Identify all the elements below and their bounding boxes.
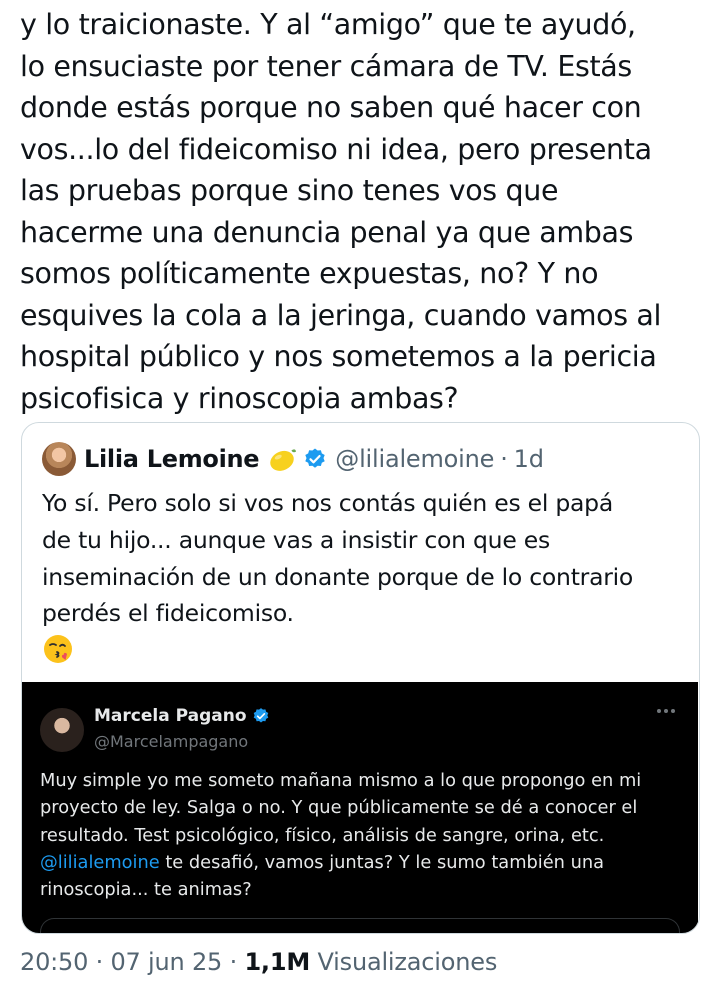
- quoted-tweet-header: Lilia Lemoine @lilialemoine · 1d: [42, 441, 544, 477]
- tweet-date[interactable]: 07 jun 25: [110, 948, 222, 976]
- quoted-tweet-time[interactable]: 1d: [514, 445, 544, 473]
- verified-badge-icon: [305, 448, 325, 468]
- screenshot-author-row: Marcela Pagano: [94, 706, 270, 726]
- quoted-tweet-text: Yo sí. Pero solo si vos nos contás quién…: [42, 489, 634, 628]
- face-blowing-kiss-icon: [44, 635, 72, 663]
- verified-badge-icon: [253, 708, 268, 723]
- tweet-metadata: 20:50 · 07 jun 25 · 1,1M Visualizaciones: [20, 948, 497, 976]
- nested-card-edge: [40, 918, 680, 933]
- quoted-tweet[interactable]: Lilia Lemoine @lilialemoine · 1d Yo sí. …: [21, 422, 700, 934]
- more-dots-icon: [657, 709, 675, 713]
- screenshot-text-part: Muy simple yo me someto mañana mismo a l…: [40, 770, 642, 846]
- separator-dot: ·: [229, 948, 238, 976]
- screenshot-text: Muy simple yo me someto mañana mismo a l…: [40, 767, 680, 903]
- separator-dot: ·: [95, 948, 104, 976]
- views-label: Visualizaciones: [317, 948, 498, 976]
- mention-link: @lilialemoine: [40, 851, 160, 873]
- screenshot-author-name: Marcela Pagano: [94, 706, 247, 726]
- tweet-text: y lo traicionaste. Y al “amigo” que te a…: [20, 8, 662, 415]
- quoted-author-name[interactable]: Lilia Lemoine: [84, 445, 260, 473]
- views-count: 1,1M: [244, 948, 311, 976]
- screenshot-author-avatar: [40, 708, 84, 752]
- quoted-author-avatar[interactable]: [42, 442, 76, 476]
- lemon-icon: [270, 449, 297, 471]
- separator-dot: ·: [500, 445, 508, 473]
- embedded-screenshot[interactable]: Marcela Pagano @Marcelampagano Muy simpl…: [22, 682, 698, 933]
- screenshot-author-handle: @Marcelampagano: [94, 732, 249, 751]
- tweet-time[interactable]: 20:50: [20, 948, 88, 976]
- quoted-author-handle[interactable]: @lilialemoine: [335, 445, 494, 473]
